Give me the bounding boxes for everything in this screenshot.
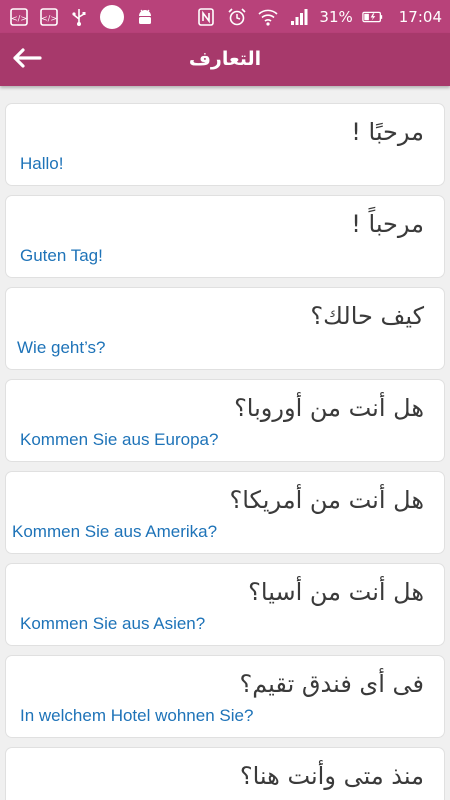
phrase-card[interactable]: كيف حالك؟ Wie geht’s? xyxy=(5,287,445,370)
phrase-card[interactable]: منذ متى وأنت هنا؟ xyxy=(5,747,445,800)
german-translation: Kommen Sie aus Asien? xyxy=(20,614,206,633)
arabic-phrase: هل أنت من أسيا؟ xyxy=(248,578,424,606)
arabic-phrase: فى أى فندق تقيم؟ xyxy=(239,670,424,698)
phrase-list[interactable]: مرحبًا ! Hallo! مرحباً ! Guten Tag! كيف … xyxy=(0,86,450,800)
phrase-card[interactable]: هل أنت من أمريكا؟ Kommen Sie aus Amerika… xyxy=(5,471,445,554)
phrase-card[interactable]: مرحباً ! Guten Tag! xyxy=(5,195,445,278)
code-icon: </> xyxy=(8,7,30,27)
nfc-icon xyxy=(195,7,217,27)
german-translation: Kommen Sie aus Europa? xyxy=(20,430,219,449)
arabic-phrase: كيف حالك؟ xyxy=(310,302,424,330)
arabic-phrase: منذ متى وأنت هنا؟ xyxy=(239,762,424,790)
german-translation: Hallo! xyxy=(20,154,64,173)
arabic-phrase: مرحباً ! xyxy=(351,210,424,238)
android-icon xyxy=(134,7,156,27)
alarm-icon xyxy=(226,7,248,27)
signal-icon xyxy=(288,7,310,27)
usb-icon xyxy=(68,7,90,27)
phrase-card[interactable]: هل أنت من أوروبا؟ Kommen Sie aus Europa? xyxy=(5,379,445,462)
wifi-icon xyxy=(257,7,279,27)
german-translation: Guten Tag! xyxy=(20,246,103,265)
arabic-phrase: هل أنت من أوروبا؟ xyxy=(234,394,424,422)
german-translation: Wie geht’s? xyxy=(17,338,106,357)
battery-charging-icon xyxy=(362,7,384,27)
app-bar: التعارف xyxy=(0,33,450,86)
circle-icon xyxy=(98,4,126,29)
svg-text:</>: </> xyxy=(11,14,27,23)
status-bar: </> </> 31% 17:04 xyxy=(0,0,450,33)
arabic-phrase: هل أنت من أمريكا؟ xyxy=(229,486,424,514)
page-title: التعارف xyxy=(188,48,262,70)
battery-percent: 31% xyxy=(319,7,353,26)
phrase-card[interactable]: فى أى فندق تقيم؟ In welchem Hotel wohnen… xyxy=(5,655,445,738)
phrase-card[interactable]: مرحبًا ! Hallo! xyxy=(5,103,445,186)
arabic-phrase: مرحبًا ! xyxy=(351,118,424,146)
code-icon: </> xyxy=(38,7,60,27)
german-translation: In welchem Hotel wohnen Sie? xyxy=(20,706,254,725)
svg-text:</>: </> xyxy=(41,14,57,23)
german-translation: Kommen Sie aus Amerika? xyxy=(12,522,218,541)
clock: 17:04 xyxy=(398,7,442,26)
phrase-card[interactable]: هل أنت من أسيا؟ Kommen Sie aus Asien? xyxy=(5,563,445,646)
